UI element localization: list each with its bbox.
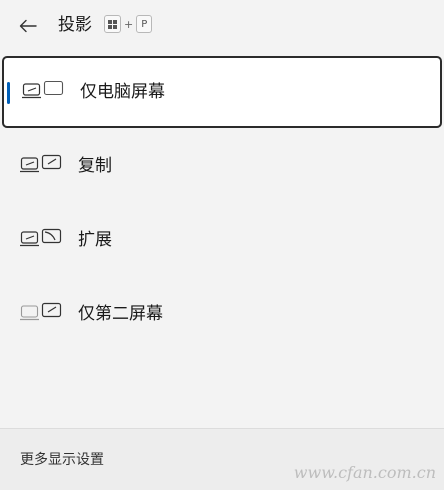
option-label: 复制 (78, 156, 112, 176)
windows-key (104, 15, 121, 33)
option-label: 扩展 (78, 230, 112, 250)
pc-screen-only-icon (22, 80, 64, 99)
option-duplicate[interactable]: 复制 (0, 130, 444, 202)
back-button[interactable] (14, 12, 42, 40)
duplicate-icon (20, 154, 62, 173)
windows-logo-icon (108, 19, 117, 29)
page-title: 投影 (58, 15, 92, 35)
option-label: 仅电脑屏幕 (80, 82, 165, 102)
option-pc-screen-only[interactable]: 仅电脑屏幕 (2, 56, 442, 128)
p-key: P (136, 15, 153, 33)
back-arrow-icon (19, 19, 37, 33)
projection-options: 仅电脑屏幕 复制 扩展 仅第二屏幕 (0, 56, 444, 350)
option-extend[interactable]: 扩展 (0, 204, 444, 276)
more-display-settings-link[interactable]: 更多显示设置 (20, 451, 104, 469)
shortcut-plus: + (124, 17, 134, 31)
second-screen-only-icon (20, 302, 62, 321)
selection-indicator (7, 82, 10, 104)
project-panel: 投影 + P 仅电脑屏幕 复制 扩展 仅第二屏幕 更多显示设置 www.cfan… (0, 0, 444, 490)
footer: 更多显示设置 www.cfan.com.cn (0, 428, 444, 490)
option-second-screen-only[interactable]: 仅第二屏幕 (0, 278, 444, 350)
keyboard-shortcut: + P (104, 15, 153, 33)
watermark: www.cfan.com.cn (293, 463, 436, 482)
option-label: 仅第二屏幕 (78, 304, 163, 324)
extend-icon (20, 228, 62, 247)
header: 投影 + P (0, 0, 444, 52)
